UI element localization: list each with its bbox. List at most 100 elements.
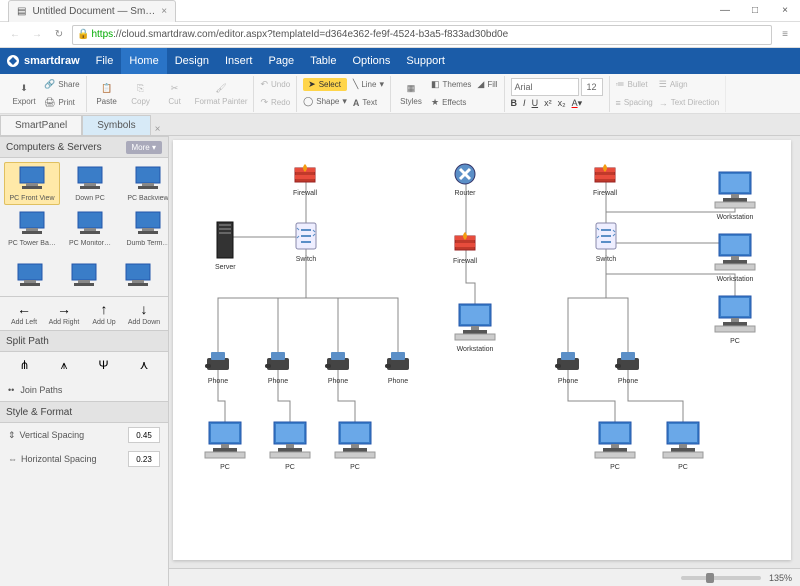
- window-close-icon[interactable]: ×: [770, 0, 800, 22]
- nav-forward-icon[interactable]: →: [28, 26, 46, 44]
- tab-symbols[interactable]: Symbols: [82, 115, 150, 135]
- styles-button[interactable]: ▦Styles: [397, 82, 425, 106]
- italic-button[interactable]: I: [523, 98, 526, 109]
- split-tree-icon[interactable]: ⋏: [140, 358, 149, 373]
- font-name-input[interactable]: Arial: [511, 78, 579, 96]
- node-pc[interactable]: PC: [333, 420, 377, 471]
- app-logo[interactable]: smartdraw: [6, 54, 80, 68]
- line-tool-button[interactable]: ╲Line▾: [353, 77, 384, 93]
- vertical-spacing-input[interactable]: 0.45: [128, 427, 160, 443]
- split-center-icon[interactable]: ⩚: [61, 358, 68, 373]
- export-button[interactable]: ⬇ Export: [10, 82, 38, 106]
- canvas-area[interactable]: Firewall Router Firewall Server Switch Firewa…: [169, 136, 800, 586]
- text-tool-button[interactable]: AText: [353, 95, 384, 111]
- more-button[interactable]: More ▾: [126, 141, 162, 154]
- print-button[interactable]: 🖨Print: [44, 95, 80, 111]
- join-paths-button[interactable]: ••Join Paths: [0, 379, 168, 401]
- window-maximize-icon[interactable]: □: [740, 0, 770, 22]
- symbol-item[interactable]: [58, 258, 110, 292]
- browser-menu-icon[interactable]: ≡: [776, 26, 794, 44]
- symbol-item[interactable]: [4, 258, 56, 292]
- node-phone[interactable]: Phone: [613, 350, 643, 385]
- menu-page[interactable]: Page: [260, 48, 302, 74]
- align-button[interactable]: ☰Align: [659, 77, 719, 93]
- node-pc[interactable]: Workstation: [713, 170, 757, 221]
- menu-design[interactable]: Design: [167, 48, 217, 74]
- node-phone[interactable]: Phone: [323, 350, 353, 385]
- add-up-button[interactable]: ↑Add Up: [84, 301, 124, 326]
- node-switch[interactable]: Switch: [593, 220, 619, 263]
- node-pc[interactable]: PC: [593, 420, 637, 471]
- arrow-icon: →: [57, 301, 71, 317]
- node-phone[interactable]: Phone: [553, 350, 583, 385]
- themes-button[interactable]: ◧Themes: [431, 77, 471, 93]
- bullet-button[interactable]: ≔Bullet: [616, 77, 653, 93]
- symbol-pc-front[interactable]: PC Front View: [4, 162, 60, 205]
- text-direction-button[interactable]: →Text Direction: [659, 95, 719, 111]
- symbol-pc-backview[interactable]: PC Backview: [120, 162, 169, 205]
- split-left-icon[interactable]: ⋔: [20, 358, 30, 373]
- fill-button[interactable]: ◢Fill: [477, 77, 497, 93]
- node-pc[interactable]: Workstation: [453, 302, 497, 353]
- cut-button[interactable]: ✂Cut: [161, 82, 189, 106]
- font-size-input[interactable]: 12: [581, 78, 603, 96]
- zoom-slider[interactable]: [681, 576, 761, 580]
- zoom-thumb[interactable]: [706, 573, 714, 583]
- drawing-page[interactable]: Firewall Router Firewall Server Switch Firewa…: [173, 140, 791, 560]
- browser-tab[interactable]: ▤ Untitled Document — Sm… ×: [8, 0, 176, 22]
- symbol-pc-monitor[interactable]: PC Monitor…: [62, 207, 118, 250]
- node-pc[interactable]: PC: [268, 420, 312, 471]
- node-router[interactable]: Router: [453, 162, 477, 197]
- bold-button[interactable]: B: [511, 98, 518, 109]
- symbol-dumb-term[interactable]: Dumb Term…: [120, 207, 169, 250]
- node-pc[interactable]: PC: [203, 420, 247, 471]
- select-tool-button[interactable]: ➤Select: [303, 78, 347, 91]
- node-phone[interactable]: Phone: [383, 350, 413, 385]
- symbol-item[interactable]: [112, 258, 164, 292]
- menu-insert[interactable]: Insert: [217, 48, 261, 74]
- menu-table[interactable]: Table: [302, 48, 344, 74]
- menu-file[interactable]: File: [88, 48, 122, 74]
- format-painter-button[interactable]: 🖌Format Painter: [195, 82, 248, 106]
- horizontal-spacing-input[interactable]: 0.23: [128, 451, 160, 467]
- node-phone[interactable]: Phone: [203, 350, 233, 385]
- nav-back-icon[interactable]: ←: [6, 26, 24, 44]
- close-panel-icon[interactable]: ×: [151, 124, 165, 135]
- font-color-button[interactable]: A▾: [572, 98, 583, 109]
- superscript-button[interactable]: x²: [544, 98, 552, 109]
- split-y-icon[interactable]: Ψ: [99, 358, 109, 373]
- symbol-down-pc[interactable]: Down PC: [62, 162, 118, 205]
- brush-icon: 🖌: [214, 82, 228, 96]
- node-pc[interactable]: Workstation: [713, 232, 757, 283]
- node-firewall[interactable]: Firewall: [593, 162, 617, 197]
- node-pc[interactable]: PC: [661, 420, 705, 471]
- symbol-pc-tower-ba[interactable]: PC Tower Ba…: [4, 207, 60, 250]
- url-input[interactable]: 🔒 https ://cloud.smartdraw.com/editor.as…: [72, 25, 772, 45]
- redo-button[interactable]: ↷Redo: [260, 95, 290, 111]
- node-firewall[interactable]: Firewall: [453, 230, 477, 265]
- effects-button[interactable]: ★Effects: [431, 95, 471, 111]
- node-switch[interactable]: Switch: [293, 220, 319, 263]
- tab-smartpanel[interactable]: SmartPanel: [0, 115, 82, 135]
- window-minimize-icon[interactable]: —: [710, 0, 740, 22]
- subscript-button[interactable]: x₂: [558, 98, 566, 109]
- node-pc[interactable]: PC: [713, 294, 757, 345]
- menu-options[interactable]: Options: [344, 48, 398, 74]
- spacing-button[interactable]: ≡Spacing: [616, 95, 653, 111]
- underline-button[interactable]: U: [532, 98, 539, 109]
- close-tab-icon[interactable]: ×: [161, 6, 167, 17]
- add-down-button[interactable]: ↓Add Down: [124, 301, 164, 326]
- node-firewall[interactable]: Firewall: [293, 162, 317, 197]
- share-button[interactable]: 🔗Share: [44, 77, 80, 93]
- add-left-button[interactable]: ←Add Left: [4, 301, 44, 326]
- menu-support[interactable]: Support: [398, 48, 453, 74]
- node-phone[interactable]: Phone: [263, 350, 293, 385]
- menu-home[interactable]: Home: [121, 48, 166, 74]
- nav-reload-icon[interactable]: ↻: [50, 26, 68, 44]
- undo-button[interactable]: ↶Undo: [260, 77, 290, 93]
- add-right-button[interactable]: →Add Right: [44, 301, 84, 326]
- copy-button[interactable]: ⎘Copy: [127, 82, 155, 106]
- paste-button[interactable]: 📋Paste: [93, 82, 121, 106]
- node-server[interactable]: Server: [215, 220, 236, 271]
- shape-tool-button[interactable]: ◯Shape▾: [303, 93, 347, 109]
